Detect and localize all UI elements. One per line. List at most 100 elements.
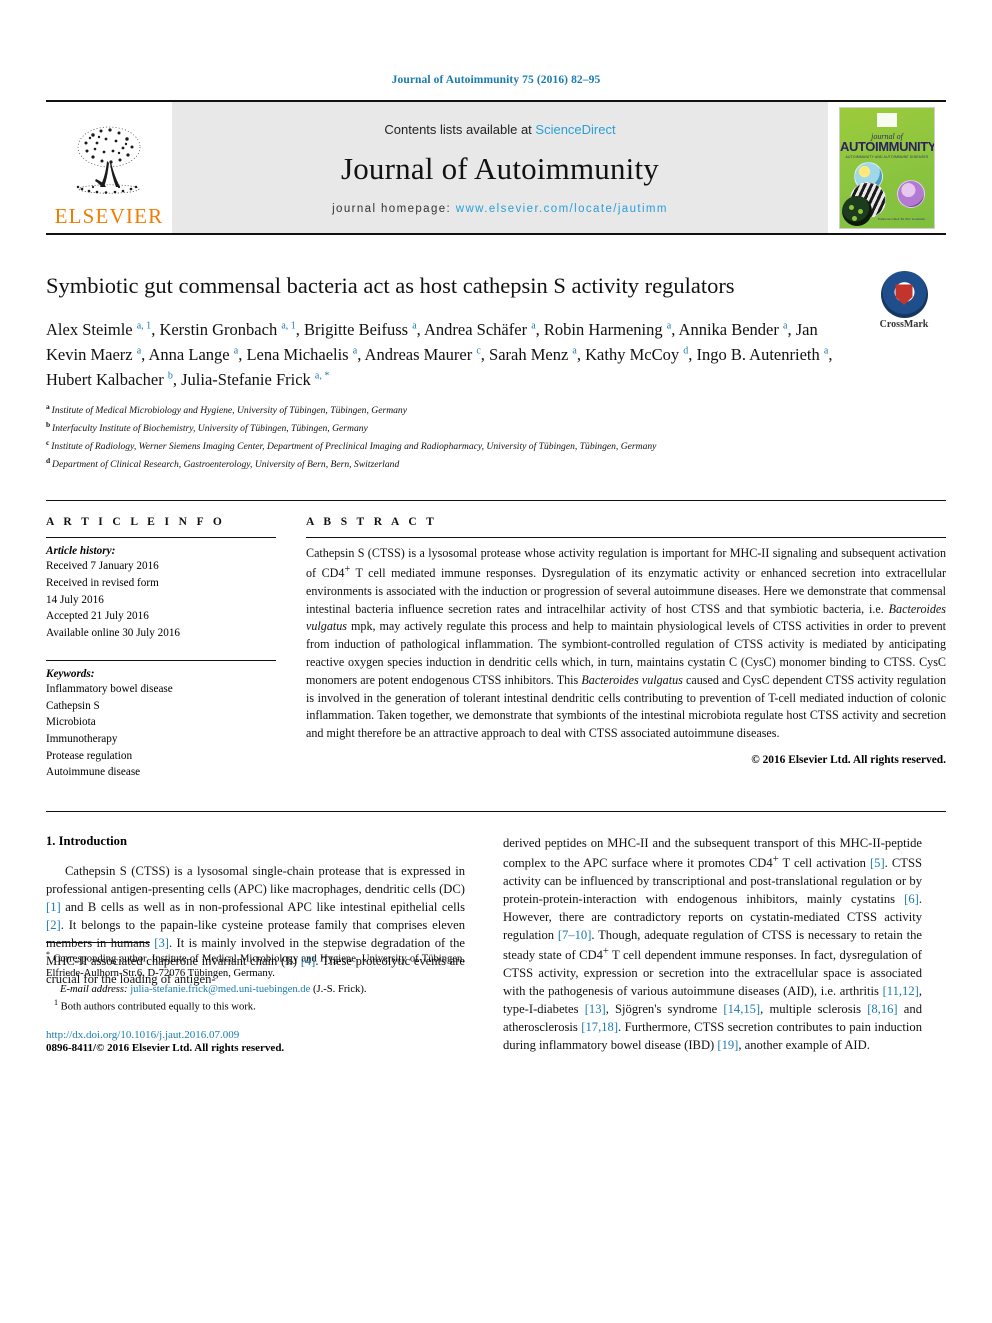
abstract-body: Cathepsin S (CTSS) is a lysosomal protea… xyxy=(306,545,946,742)
author-list: Alex Steimle a, 1, Kerstin Gronbach a, 1… xyxy=(46,320,833,390)
author-name[interactable]: Kerstin Gronbach xyxy=(159,320,281,339)
citation-10[interactable]: [14,15] xyxy=(723,1002,760,1016)
section-heading-introduction: 1. Introduction xyxy=(46,833,127,848)
divider xyxy=(306,537,946,539)
cover-line-2: AUTOIMMUNITY xyxy=(840,138,935,154)
intro-right-2: T cell activation xyxy=(778,855,870,870)
keyword-item[interactable]: Autoimmune disease xyxy=(46,764,276,781)
crossmark-badge[interactable]: CrossMark xyxy=(862,271,946,330)
keyword-item[interactable]: Microbiota xyxy=(46,714,276,731)
keyword-item[interactable]: Immunotherapy xyxy=(46,731,276,748)
doi-link[interactable]: http://dx.doi.org/10.1016/j.jaut.2016.07… xyxy=(46,1029,465,1041)
info-abstract-section: A R T I C L E I N F O Article history: R… xyxy=(46,500,946,780)
citation-12[interactable]: [17,18] xyxy=(581,1020,618,1034)
citation-13[interactable]: [19] xyxy=(717,1038,738,1052)
cover-cell-icon-4 xyxy=(842,195,872,226)
author-affiliation-mark: a xyxy=(412,320,417,332)
author-name[interactable]: Julia-Stefanie Frick xyxy=(181,370,315,389)
article-history-item: 14 July 2016 xyxy=(46,593,104,606)
keywords-label: Keywords: xyxy=(46,668,95,681)
masthead-center: Contents lists available at ScienceDirec… xyxy=(172,102,828,233)
author-name[interactable]: Andrea Schäfer xyxy=(424,320,531,339)
author-name[interactable]: Brigitte Beifuss xyxy=(304,320,412,339)
sciencedirect-link[interactable]: ScienceDirect xyxy=(535,122,615,137)
author-affiliation-mark: a xyxy=(531,320,536,332)
footnote-block: * Corresponding author. Institute of Med… xyxy=(46,941,465,1054)
author-name[interactable]: Hubert Kalbacher xyxy=(46,370,168,389)
article-history-item: Received 7 January 2016 xyxy=(46,560,159,573)
crossmark-label: CrossMark xyxy=(879,319,929,330)
footnote-email-label: E-mail address: xyxy=(60,983,128,995)
intro-right-9: , multiple sclerosis xyxy=(760,1002,868,1017)
divider xyxy=(46,537,276,539)
abstract-copyright: © 2016 Elsevier Ltd. All rights reserved… xyxy=(751,753,946,766)
footnote-corresponding-author: * Corresponding author. Institute of Med… xyxy=(46,949,465,982)
cover-line-3: AUTOIMMUNITY AND AUTOIMMUNE DISEASES xyxy=(845,154,929,159)
intro-paragraph-right: derived peptides on MHC-II and the subse… xyxy=(503,834,922,1054)
paper-page: Journal of Autoimmunity 75 (2016) 82–95 xyxy=(0,0,992,1323)
abstract-part-2: T cell mediated immune responses. Dysreg… xyxy=(306,566,946,616)
keyword-item[interactable]: Cathepsin S xyxy=(46,698,276,715)
intro-text-1: Cathepsin S (CTSS) is a lysosomal single… xyxy=(46,863,465,896)
author-name[interactable]: Alex Steimle xyxy=(46,320,137,339)
author-affiliation-mark: a, 1 xyxy=(281,320,296,332)
affiliation-item: b Interfaculty Institute of Biochemistry… xyxy=(46,419,926,437)
article-history-item: Received in revised form xyxy=(46,576,159,589)
journal-cover-image: journal of AUTOIMMUNITY AUTOIMMUNITY AND… xyxy=(839,106,935,229)
footnote-equal-text: Both authors contributed equally to this… xyxy=(58,1001,256,1013)
author-name[interactable]: Kathy McCoy xyxy=(585,345,683,364)
issn-copyright-line: 0896-8411/© 2016 Elsevier Ltd. All right… xyxy=(46,1042,285,1055)
citation-2[interactable]: [2] xyxy=(46,918,61,932)
author-affiliation-mark: c xyxy=(476,345,481,357)
doi-block: http://dx.doi.org/10.1016/j.jaut.2016.07… xyxy=(46,1029,465,1054)
citation-9[interactable]: [13] xyxy=(585,1002,606,1016)
journal-title: Journal of Autoimmunity xyxy=(340,151,660,186)
elsevier-wordmark: ELSEVIER xyxy=(54,204,164,228)
author-name[interactable]: Annika Bender xyxy=(679,320,783,339)
article-history-item: Available online 30 July 2016 xyxy=(46,626,181,639)
citation-6[interactable]: [6] xyxy=(904,892,919,906)
keyword-item[interactable]: Inflammatory bowel disease xyxy=(46,681,276,698)
body-columns: 1. Introduction Cathepsin S (CTSS) is a … xyxy=(46,810,946,1054)
author-name[interactable]: Sarah Menz xyxy=(489,345,572,364)
author-name[interactable]: Robin Harmening xyxy=(544,320,667,339)
author-affiliation-mark: a xyxy=(666,320,672,332)
affiliation-item: c Institute of Radiology, Werner Siemens… xyxy=(46,437,926,455)
article-history-item: Accepted 21 July 2016 xyxy=(46,610,149,623)
author-affiliation-mark: b xyxy=(167,370,173,382)
article-history-list: Received 7 January 2016 Received in revis… xyxy=(46,558,276,641)
citation-8[interactable]: [11,12] xyxy=(883,984,919,998)
author-affiliation-mark: a, * xyxy=(314,370,330,382)
cover-elsevier-mark-icon xyxy=(877,112,897,127)
citation-1[interactable]: [1] xyxy=(46,900,61,914)
journal-homepage-line: journal homepage: www.elsevier.com/locat… xyxy=(332,203,668,215)
journal-homepage-link[interactable]: www.elsevier.com/locate/jautimm xyxy=(456,203,668,215)
author-affiliation-mark: a xyxy=(783,320,788,332)
author-name[interactable]: Anna Lange xyxy=(149,345,234,364)
abstract-column: A B S T R A C T Cathepsin S (CTSS) is a … xyxy=(306,516,946,780)
abstract-species-2: Bacteroides vulgatus xyxy=(581,672,683,687)
affiliation-text: Department of Clinical Research, Gastroe… xyxy=(52,458,400,470)
intro-right-8: , Sjögren's syndrome xyxy=(605,1002,724,1017)
affiliation-text: Institute of Radiology, Werner Siemens I… xyxy=(51,441,657,453)
homepage-prefix: journal homepage: xyxy=(332,203,456,215)
contents-prefix: Contents lists available at xyxy=(384,122,536,137)
article-history-label: Article history: xyxy=(46,545,116,558)
intro-right-12: , another example of AID. xyxy=(738,1038,870,1053)
citation-7[interactable]: [7–10] xyxy=(558,928,592,942)
author-name[interactable]: Lena Michaelis xyxy=(246,345,352,364)
body-column-right: derived peptides on MHC-II and the subse… xyxy=(503,834,922,1054)
keyword-item[interactable]: Protease regulation xyxy=(46,748,276,765)
footnote-email-link[interactable]: julia-stefanie.frick@med.uni-tuebingen.d… xyxy=(130,984,310,995)
citation-11[interactable]: [8,16] xyxy=(867,1002,897,1016)
citation-5[interactable]: [5] xyxy=(870,856,885,870)
crossmark-shield-icon xyxy=(880,271,928,318)
body-column-left: 1. Introduction Cathepsin S (CTSS) is a … xyxy=(46,834,465,1054)
author-name[interactable]: Andreas Maurer xyxy=(365,345,477,364)
title-block: Symbiotic gut commensal bacteria act as … xyxy=(46,271,946,330)
author-affiliation-mark: a xyxy=(233,345,239,357)
footnote-email-line: E-mail address: julia-stefanie.frick@med… xyxy=(46,982,465,997)
intro-text-2: and B cells as well as in non-profession… xyxy=(60,899,465,914)
author-name[interactable]: Ingo B. Autenrieth xyxy=(696,345,823,364)
author-affiliation-mark: a, 1 xyxy=(136,320,152,332)
